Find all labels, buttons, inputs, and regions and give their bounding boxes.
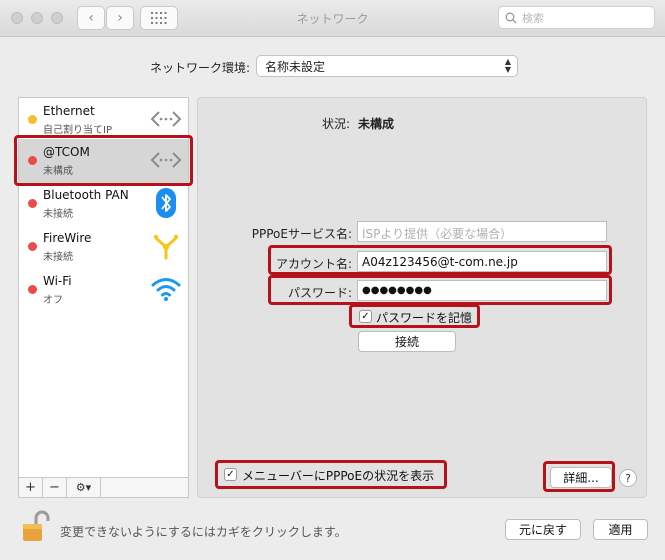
ethernet-arrows-icon: [150, 104, 182, 134]
show-pppoe-menubar-checkbox[interactable]: ✓: [224, 468, 237, 481]
remember-password-checkbox[interactable]: ✓: [359, 310, 372, 323]
service-list-toolbar: + − ⚙▾: [18, 477, 189, 498]
connect-button[interactable]: 接続: [358, 331, 456, 352]
service-item-wifi[interactable]: Wi-Fi オフ: [19, 268, 188, 312]
service-status: 未構成: [43, 166, 73, 177]
password-label: パスワード:: [287, 286, 352, 300]
location-label: ネットワーク環境:: [150, 61, 251, 75]
remove-service-button[interactable]: −: [43, 478, 67, 497]
firewire-icon: [150, 231, 182, 261]
gear-menu-button[interactable]: ⚙▾: [67, 478, 101, 497]
wifi-icon: [150, 274, 182, 304]
updown-chevron-icon: ▲ ▼: [504, 57, 511, 74]
service-name: Wi-Fi: [43, 274, 72, 288]
service-status: 未接続: [43, 252, 73, 263]
status-dot: [28, 156, 37, 165]
account-name-label: アカウント名:: [275, 257, 352, 271]
search-icon: [505, 12, 517, 23]
remember-password-label: パスワードを記憶: [376, 311, 473, 325]
service-status: オフ: [43, 295, 63, 306]
status-dot: [28, 285, 37, 294]
apply-button[interactable]: 適用: [593, 519, 648, 540]
ethernet-arrows-icon: [150, 145, 182, 175]
pppoe-service-label: PPPoEサービス名:: [251, 227, 352, 241]
location-value: 名称未設定: [265, 59, 326, 74]
title-bar: ‹ › ネットワーク 検索: [0, 0, 665, 37]
status-value: 未構成: [358, 117, 395, 131]
service-item-tcom[interactable]: @TCOM 未構成: [19, 139, 188, 183]
service-item-ethernet[interactable]: Ethernet 自己割り当てIP: [19, 98, 188, 142]
lock-icon[interactable]: [22, 510, 50, 542]
service-status: 未接続: [43, 209, 73, 220]
status-dot: [28, 242, 37, 251]
pppoe-service-input[interactable]: ISPより提供（必要な場合）: [357, 221, 607, 242]
account-name-input[interactable]: A04z123456@t-com.ne.jp: [357, 251, 607, 272]
service-name: FireWire: [43, 231, 92, 245]
search-field[interactable]: 検索: [498, 6, 655, 29]
service-name: Bluetooth PAN: [43, 188, 129, 202]
status-dot: [28, 199, 37, 208]
help-button[interactable]: ?: [619, 469, 637, 487]
service-item-firewire[interactable]: FireWire 未接続: [19, 225, 188, 269]
bluetooth-icon: [150, 188, 182, 218]
lock-message: 変更できないようにするにはカギをクリックします。: [60, 525, 347, 539]
service-item-bluetooth-pan[interactable]: Bluetooth PAN 未接続: [19, 182, 188, 226]
service-list[interactable]: Ethernet 自己割り当てIP @TCOM 未構成 Bluetooth PA…: [18, 97, 189, 480]
add-service-button[interactable]: +: [19, 478, 43, 497]
service-name: Ethernet: [43, 104, 95, 118]
advanced-button[interactable]: 詳細...: [550, 467, 612, 488]
service-name: @TCOM: [43, 145, 90, 159]
status-dot: [28, 115, 37, 124]
service-status: 自己割り当てIP: [43, 125, 112, 136]
location-select[interactable]: 名称未設定 ▲ ▼: [256, 55, 518, 77]
status-label: 状況:: [321, 117, 350, 131]
password-input[interactable]: ●●●●●●●●: [357, 280, 607, 301]
show-pppoe-menubar-label: メニューバーにPPPoEの状況を表示: [242, 469, 435, 483]
revert-button[interactable]: 元に戻す: [505, 519, 581, 540]
search-placeholder: 検索: [522, 11, 544, 25]
